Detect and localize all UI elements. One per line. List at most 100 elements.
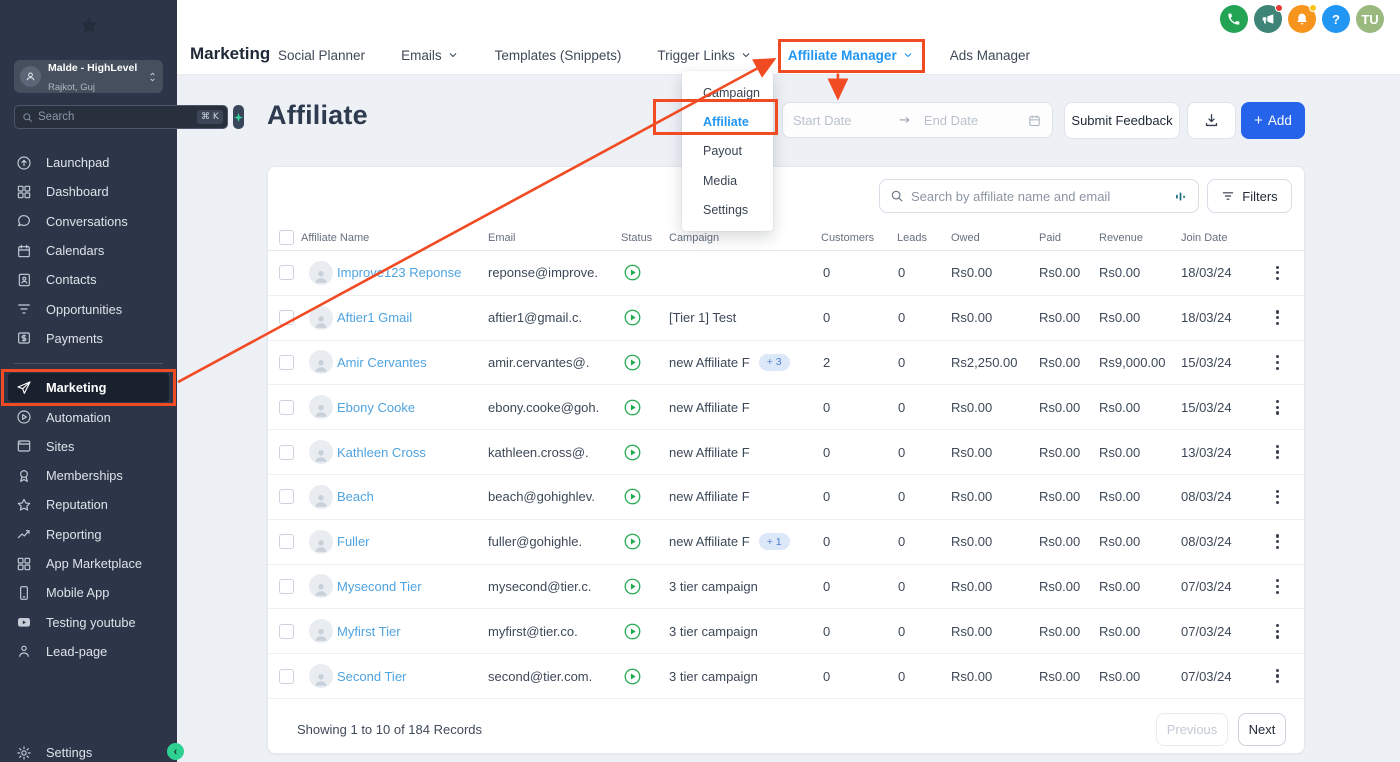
- tab-label: Ads Manager: [950, 48, 1030, 63]
- sidebar-item-reputation[interactable]: Reputation: [8, 490, 169, 519]
- user-avatar[interactable]: TU: [1356, 5, 1384, 33]
- sidebar-item-app-marketplace[interactable]: App Marketplace: [8, 549, 169, 578]
- sidebar-item-payments[interactable]: Payments: [8, 324, 169, 353]
- next-button[interactable]: Next: [1238, 713, 1286, 746]
- kebab-menu-icon[interactable]: [1270, 349, 1285, 376]
- affiliate-name-link[interactable]: Fuller: [337, 520, 370, 564]
- bell-icon-button[interactable]: [1288, 5, 1316, 33]
- sidebar-item-opportunities[interactable]: Opportunities: [8, 294, 169, 323]
- menu-item-affiliate[interactable]: Affiliate: [682, 107, 773, 136]
- tab-trigger-links[interactable]: Trigger Links: [657, 48, 752, 63]
- affiliate-name-link[interactable]: Second Tier: [337, 654, 406, 698]
- row-checkbox[interactable]: [279, 489, 294, 504]
- records-summary: Showing 1 to 10 of 184 Records: [297, 713, 482, 746]
- sidebar-item-testing-youtube[interactable]: Testing youtube: [8, 607, 169, 636]
- affiliate-name-link[interactable]: Amir Cervantes: [337, 341, 427, 385]
- payments-icon: [16, 330, 32, 346]
- sidebar-item-launchpad[interactable]: Launchpad: [8, 148, 169, 177]
- kebab-menu-icon[interactable]: [1270, 528, 1285, 555]
- affiliate-name-link[interactable]: Aftier1 Gmail: [337, 296, 412, 340]
- row-checkbox[interactable]: [279, 579, 294, 594]
- kebab-menu-icon[interactable]: [1270, 573, 1285, 600]
- affiliate-name-link[interactable]: Kathleen Cross: [337, 430, 426, 474]
- affiliate-name-link[interactable]: Ebony Cooke: [337, 385, 415, 429]
- row-checkbox-cell: [279, 609, 294, 653]
- previous-button[interactable]: Previous: [1156, 713, 1228, 746]
- kebab-menu-icon[interactable]: [1270, 304, 1285, 331]
- submit-feedback-button[interactable]: Submit Feedback: [1064, 102, 1180, 139]
- menu-item-settings[interactable]: Settings: [682, 196, 773, 225]
- menu-item-media[interactable]: Media: [682, 166, 773, 195]
- affiliate-name-link[interactable]: Improve123 Reponse: [337, 251, 461, 295]
- row-checkbox[interactable]: [279, 534, 294, 549]
- tab-ads-manager[interactable]: Ads Manager: [950, 48, 1030, 63]
- sidebar-collapse-button[interactable]: ‹: [167, 743, 184, 760]
- affiliate-name-link[interactable]: Beach: [337, 475, 374, 519]
- ai-spark-button[interactable]: [233, 105, 244, 129]
- row-checkbox-cell: [279, 654, 294, 698]
- avatar: [309, 574, 333, 598]
- phone-icon-button[interactable]: [1220, 5, 1248, 33]
- campaign-count-badge[interactable]: + 3: [759, 354, 790, 371]
- sidebar-item-mobile-app[interactable]: Mobile App: [8, 578, 169, 607]
- paid-cell: Rs0.00: [1039, 565, 1080, 609]
- sidebar-item-sites[interactable]: Sites: [8, 432, 169, 461]
- sidebar-item-memberships[interactable]: Memberships: [8, 461, 169, 490]
- campaign-count-badge[interactable]: + 1: [759, 533, 790, 550]
- tab-emails[interactable]: Emails: [401, 48, 459, 63]
- sidebar-item-calendars[interactable]: Calendars: [8, 236, 169, 265]
- row-checkbox[interactable]: [279, 265, 294, 280]
- sidebar-item-lead-page[interactable]: Lead-page: [8, 637, 169, 666]
- affiliate-search-input[interactable]: [911, 189, 1166, 204]
- row-checkbox[interactable]: [279, 624, 294, 639]
- notification-dot: [1309, 4, 1317, 12]
- sidebar-item-automation[interactable]: Automation: [8, 402, 169, 431]
- menu-item-payout[interactable]: Payout: [682, 137, 773, 166]
- add-button[interactable]: + Add: [1241, 102, 1305, 139]
- row-checkbox[interactable]: [279, 669, 294, 684]
- notification-dot: [1275, 4, 1283, 12]
- start-date-input[interactable]: [793, 113, 885, 128]
- affiliate-name-link[interactable]: Myfirst Tier: [337, 609, 401, 653]
- sidebar-search[interactable]: ⌘ K: [14, 105, 228, 129]
- status-active-icon: [623, 577, 642, 596]
- sidebar-item-settings[interactable]: Settings: [8, 738, 169, 762]
- affiliate-manager-menu: CampaignAffiliatePayoutMediaSettings: [682, 71, 773, 231]
- menu-item-campaign[interactable]: Campaign: [682, 78, 773, 107]
- help-icon-button[interactable]: ?: [1322, 5, 1350, 33]
- row-checkbox[interactable]: [279, 445, 294, 460]
- date-range-picker[interactable]: →: [782, 102, 1053, 138]
- sidebar-item-marketing[interactable]: Marketing: [8, 373, 169, 402]
- filters-button[interactable]: Filters: [1207, 179, 1292, 213]
- sidebar-item-dashboard[interactable]: Dashboard: [8, 177, 169, 206]
- sidebar-item-reporting[interactable]: Reporting: [8, 520, 169, 549]
- tab-templates-snippets[interactable]: Templates (Snippets): [495, 48, 622, 63]
- sidebar-item-conversations[interactable]: Conversations: [8, 207, 169, 236]
- voice-search-icon[interactable]: [1173, 189, 1188, 204]
- bell-icon: [1294, 11, 1310, 27]
- sidebar-item-contacts[interactable]: Contacts: [8, 265, 169, 294]
- agency-switcher[interactable]: Malde - HighLevel Rajkot, Guj: [14, 60, 163, 93]
- row-checkbox[interactable]: [279, 355, 294, 370]
- tab-social-planner[interactable]: Social Planner: [278, 48, 365, 63]
- agency-avatar-icon: [20, 66, 41, 87]
- kebab-menu-icon[interactable]: [1270, 484, 1285, 511]
- kebab-menu-icon[interactable]: [1270, 439, 1285, 466]
- calendars-icon: [16, 243, 32, 259]
- row-checkbox[interactable]: [279, 400, 294, 415]
- download-button[interactable]: [1187, 102, 1236, 139]
- sidebar-search-input[interactable]: [38, 111, 192, 123]
- owed-cell: Rs0.00: [951, 609, 992, 653]
- affiliate-search[interactable]: [879, 179, 1199, 213]
- affiliate-name-link[interactable]: Mysecond Tier: [337, 565, 422, 609]
- avatar-cell: [309, 565, 333, 609]
- kebab-menu-icon[interactable]: [1270, 394, 1285, 421]
- select-all-checkbox[interactable]: [279, 230, 294, 245]
- kebab-menu-icon[interactable]: [1270, 618, 1285, 645]
- end-date-input[interactable]: [924, 113, 1016, 128]
- kebab-menu-icon[interactable]: [1270, 260, 1285, 287]
- tab-affiliate-manager[interactable]: Affiliate Manager: [788, 48, 914, 63]
- megaphone-icon-button[interactable]: [1254, 5, 1282, 33]
- row-checkbox[interactable]: [279, 310, 294, 325]
- kebab-menu-icon[interactable]: [1270, 663, 1285, 690]
